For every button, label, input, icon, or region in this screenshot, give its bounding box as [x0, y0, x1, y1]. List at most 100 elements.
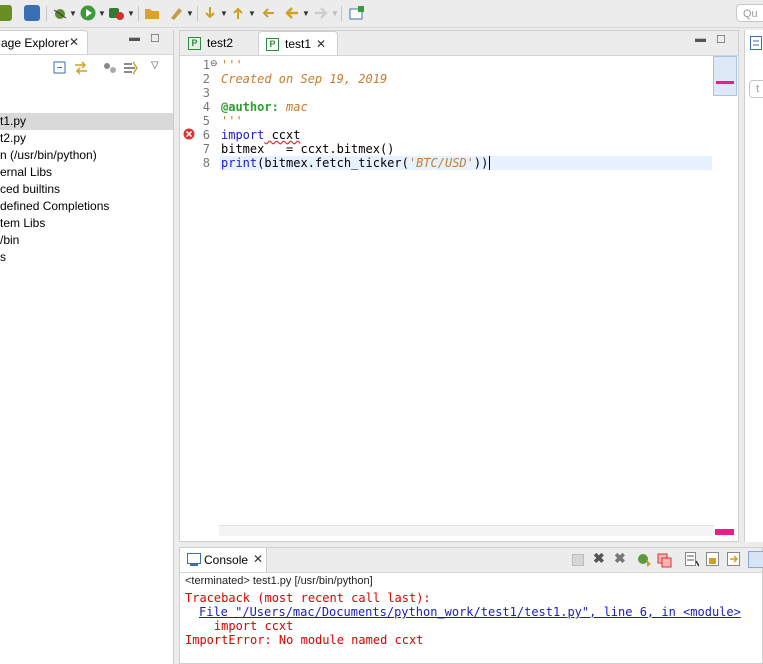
maximize-icon[interactable]: ☐: [150, 32, 160, 45]
keyword-import: import: [221, 128, 265, 142]
back-icon[interactable]: [284, 5, 300, 21]
outline-panel: t: [744, 30, 763, 542]
scroll-lock-icon[interactable]: [685, 552, 699, 567]
external-tools-icon[interactable]: [108, 5, 124, 21]
minimize-icon[interactable]: ▬: [129, 32, 140, 44]
collapse-all-icon[interactable]: [53, 61, 67, 75]
code-line-4[interactable]: @author: mac: [221, 100, 308, 114]
last-edit-icon[interactable]: [261, 5, 277, 21]
line-number: 8: [202, 156, 210, 170]
tab-console[interactable]: Console ✕: [180, 548, 267, 572]
chevron-down-icon[interactable]: ▼: [69, 9, 77, 18]
view-menu-icon[interactable]: ▽: [151, 60, 159, 71]
tree-item-system-libs[interactable]: tem Libs: [0, 215, 45, 232]
toolbar-separator: [341, 6, 342, 21]
relaunch-icon[interactable]: [636, 552, 652, 568]
code-text: )): [473, 156, 489, 170]
console-file-link[interactable]: File "/Users/mac/Documents/python_work/t…: [199, 605, 741, 619]
overview-ruler-viewport[interactable]: [713, 56, 737, 96]
tab-test2[interactable]: Ptest2: [186, 31, 258, 55]
word-wrap-icon[interactable]: [706, 552, 720, 567]
maximize-icon[interactable]: ☐: [716, 33, 726, 46]
display-console-icon[interactable]: [748, 551, 763, 568]
error-summary-marker[interactable]: [715, 529, 734, 535]
next-annotation-icon[interactable]: [202, 5, 218, 21]
link-with-editor-icon[interactable]: [73, 61, 89, 75]
open-folder-icon[interactable]: [144, 5, 160, 21]
chevron-down-icon[interactable]: ▼: [302, 9, 310, 18]
remove-all-icon[interactable]: ✖: [614, 550, 626, 567]
code-line-6[interactable]: import ccxt: [221, 128, 300, 142]
tab-test1[interactable]: Ptest1 ✕: [258, 31, 338, 55]
code-editor-panel: Ptest2 Ptest1 ✕ ▬ ☐ 1 ⊖ 2 3 4 5 6 7 8 ''…: [179, 30, 739, 542]
sync-icon[interactable]: [122, 61, 138, 75]
toolbar-separator: [138, 6, 139, 21]
tree-item-label: t1.py: [0, 114, 27, 128]
toolbar-separator: [46, 6, 47, 21]
code-line-8[interactable]: print(bitmex.fetch_ticker('BTC/USD')): [221, 156, 491, 170]
tab-label: test2: [207, 36, 234, 50]
tree-item-test2[interactable]: t2.py: [0, 130, 26, 147]
author-key: @author:: [221, 100, 279, 114]
chevron-down-icon[interactable]: ▼: [331, 9, 339, 18]
tree-item-label: tem Libs: [0, 216, 46, 230]
close-icon[interactable]: ✕: [316, 32, 326, 56]
tree-item-predefined-completions[interactable]: defined Completions: [0, 198, 109, 215]
main-toolbar: ▼ ▼ ▼ ▼ ▼ ▼ ▼ ▼ Qu: [0, 0, 763, 28]
tree-item-label: /bin: [0, 233, 20, 247]
error-overview-marker[interactable]: [716, 81, 734, 84]
filter-icon[interactable]: [103, 62, 117, 74]
package-explorer-title: age Explorer: [1, 36, 70, 50]
python-file-icon: P: [266, 38, 279, 52]
error-marker-icon[interactable]: [183, 128, 195, 140]
outline-icon[interactable]: [750, 36, 762, 50]
display-icon[interactable]: [24, 5, 40, 21]
tab-package-explorer[interactable]: age Explorer ✕: [0, 30, 88, 54]
chevron-down-icon[interactable]: ▼: [220, 9, 228, 18]
fold-icon[interactable]: ⊖: [210, 58, 218, 69]
run-icon[interactable]: [80, 5, 96, 21]
line-number: 7: [202, 142, 210, 156]
chevron-down-icon[interactable]: ▼: [98, 9, 106, 18]
pin-console-icon[interactable]: [727, 552, 741, 567]
code-line-7[interactable]: bitmex = ccxt.bitmex(): [221, 142, 394, 156]
code-line-5[interactable]: ''': [221, 114, 243, 128]
author-value: mac: [278, 100, 308, 114]
text-cursor: [489, 156, 491, 170]
run-skip-icon[interactable]: [0, 5, 12, 21]
close-icon[interactable]: ✕: [253, 552, 263, 566]
tree-item-label: t2.py: [0, 131, 27, 145]
tree-item-libs[interactable]: s: [0, 249, 6, 266]
line-number: 1: [202, 58, 210, 72]
package-explorer-panel: age Explorer ✕ ▬ ☐ ▽ t1.py t2.py n (/usr…: [0, 30, 174, 664]
unresolved-import: ccxt: [264, 128, 301, 142]
console-status: <terminated> test1.py [/usr/bin/python]: [185, 575, 373, 587]
quick-access-input[interactable]: Qu: [736, 4, 763, 22]
remove-launch-icon[interactable]: ✖: [593, 550, 605, 567]
prev-annotation-icon[interactable]: [230, 5, 246, 21]
tab-label: test1: [285, 37, 312, 51]
horizontal-scrollbar[interactable]: [219, 525, 714, 536]
paint-brush-icon[interactable]: [168, 5, 184, 21]
clear-console-icon[interactable]: [657, 552, 673, 568]
tree-item-bin[interactable]: /bin: [0, 232, 19, 249]
tree-item-test1[interactable]: t1.py: [0, 113, 173, 130]
close-icon[interactable]: ✕: [69, 35, 79, 49]
console-traceback-line: Traceback (most recent call last):: [185, 591, 431, 605]
toolbar-separator: [197, 6, 198, 21]
minimize-icon[interactable]: ▬: [695, 33, 706, 45]
terminate-icon[interactable]: [572, 554, 584, 566]
code-line-2[interactable]: Created on Sep 19, 2019: [221, 72, 387, 86]
tree-item-forced-builtins[interactable]: ced builtins: [0, 181, 60, 198]
tree-item-label: ced builtins: [0, 182, 61, 196]
debug-icon[interactable]: [52, 5, 68, 21]
pin-editor-icon[interactable]: [349, 5, 365, 21]
chevron-down-icon[interactable]: ▼: [127, 9, 135, 18]
tree-item-interpreter[interactable]: n (/usr/bin/python): [0, 147, 97, 164]
tree-item-external-libs[interactable]: ernal Libs: [0, 164, 52, 181]
code-line-1[interactable]: ''': [221, 58, 243, 72]
outline-filter-input[interactable]: t: [749, 80, 763, 98]
chevron-down-icon[interactable]: ▼: [186, 9, 194, 18]
chevron-down-icon[interactable]: ▼: [248, 9, 256, 18]
forward-icon[interactable]: [313, 5, 329, 21]
